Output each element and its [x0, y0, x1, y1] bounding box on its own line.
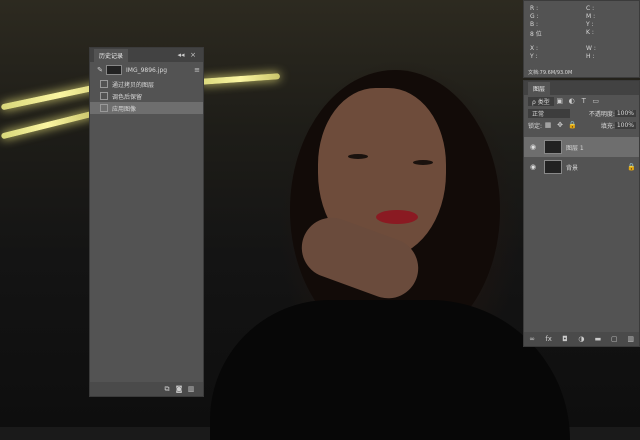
- lips: [376, 210, 418, 224]
- history-panel: 历史记录 ◂◂ × ✎ IMG_9896.jpg ≡ 通过拷贝的图层 调色后保留…: [89, 47, 204, 397]
- add-mask-icon[interactable]: ◘: [561, 335, 569, 343]
- doc-size: 文档:79.6M/93.0M: [528, 70, 573, 76]
- lock-icon: 🔒: [627, 163, 636, 171]
- lock-all-icon[interactable]: 🔒: [568, 121, 577, 129]
- history-item[interactable]: 调色后保留: [90, 90, 203, 102]
- filter-shape-icon[interactable]: ▭: [592, 97, 600, 105]
- lock-position-icon[interactable]: ✥: [556, 121, 564, 129]
- info-cmyk: C : M : Y : K :: [586, 5, 596, 36]
- brush-source-icon[interactable]: ✎: [96, 66, 104, 74]
- layers-panel-header: 图层: [524, 81, 639, 95]
- link-layers-icon[interactable]: ∞: [528, 335, 536, 343]
- filter-type-icon[interactable]: T: [580, 97, 588, 105]
- close-icon[interactable]: ×: [189, 51, 197, 59]
- history-panel-header: 历史记录 ◂◂ ×: [90, 48, 203, 62]
- menu-icon[interactable]: ≡: [193, 66, 201, 74]
- layers-panel: 图层 ρ 类型 ▣ ◐ T ▭ 正常 不透明度: 100% 锁定: ▦ ✥ 🔒 …: [523, 80, 640, 347]
- snapshot-thumbnail: [106, 65, 122, 75]
- opacity-input[interactable]: 100%: [614, 109, 636, 117]
- layer-filter-row: ρ 类型 ▣ ◐ T ▭: [524, 95, 639, 107]
- trash-icon[interactable]: ▥: [187, 385, 195, 393]
- layer-row[interactable]: ◉ 背景 🔒: [524, 157, 639, 177]
- snapshot-name: IMG_9896.jpg: [126, 66, 168, 74]
- history-item-selected[interactable]: 应用图像: [90, 102, 203, 114]
- lock-pixels-icon[interactable]: ▦: [544, 121, 552, 129]
- history-state-icon: [100, 104, 108, 112]
- info-rgb: R : G : B : 8 位: [530, 5, 542, 38]
- visibility-eye-icon[interactable]: ◉: [528, 163, 538, 171]
- body: [210, 300, 570, 440]
- blend-row: 正常 不透明度: 100%: [524, 107, 639, 119]
- visibility-eye-icon[interactable]: ◉: [528, 143, 538, 151]
- filter-adjust-icon[interactable]: ◐: [568, 97, 576, 105]
- fill-input[interactable]: 100%: [614, 121, 636, 129]
- light-strip: [199, 73, 281, 85]
- light-strip: [0, 110, 95, 140]
- collapse-icon[interactable]: ◂◂: [177, 51, 185, 59]
- filter-type-select[interactable]: ρ 类型: [528, 96, 554, 106]
- blend-mode-select[interactable]: 正常: [528, 108, 570, 118]
- layers-footer: ∞ fx ◘ ◑ ▬ ▢ ▥: [524, 332, 639, 346]
- info-wh: W : H :: [586, 45, 596, 60]
- adjustment-layer-icon[interactable]: ◑: [577, 335, 585, 343]
- filter-pixel-icon[interactable]: ▣: [556, 97, 564, 105]
- new-group-icon[interactable]: ▬: [594, 335, 602, 343]
- history-item[interactable]: 通过拷贝的图层: [90, 78, 203, 90]
- layer-thumbnail: [544, 140, 562, 154]
- history-state-icon: [100, 92, 108, 100]
- layer-thumbnail: [544, 160, 562, 174]
- history-footer: ⧉ ◙ ▥: [90, 382, 203, 396]
- history-tab[interactable]: 历史记录: [94, 48, 129, 62]
- trash-icon[interactable]: ▥: [627, 335, 635, 343]
- lock-row: 锁定: ▦ ✥ 🔒 填充: 100%: [528, 121, 636, 130]
- layers-tab[interactable]: 图层: [528, 81, 551, 95]
- info-xy: X : Y :: [530, 45, 539, 60]
- new-layer-icon[interactable]: ▢: [610, 335, 618, 343]
- eye: [348, 154, 368, 159]
- new-document-from-state-icon[interactable]: ⧉: [163, 385, 171, 393]
- eye: [413, 160, 433, 165]
- history-state-icon: [100, 80, 108, 88]
- info-panel: R : G : B : 8 位 C : M : Y : K : X : Y : …: [523, 0, 640, 78]
- camera-icon[interactable]: ◙: [175, 385, 183, 393]
- layer-row-selected[interactable]: ◉ 图层 1: [524, 137, 639, 157]
- history-snapshot-row[interactable]: ✎ IMG_9896.jpg ≡: [90, 62, 203, 78]
- fx-icon[interactable]: fx: [545, 335, 553, 343]
